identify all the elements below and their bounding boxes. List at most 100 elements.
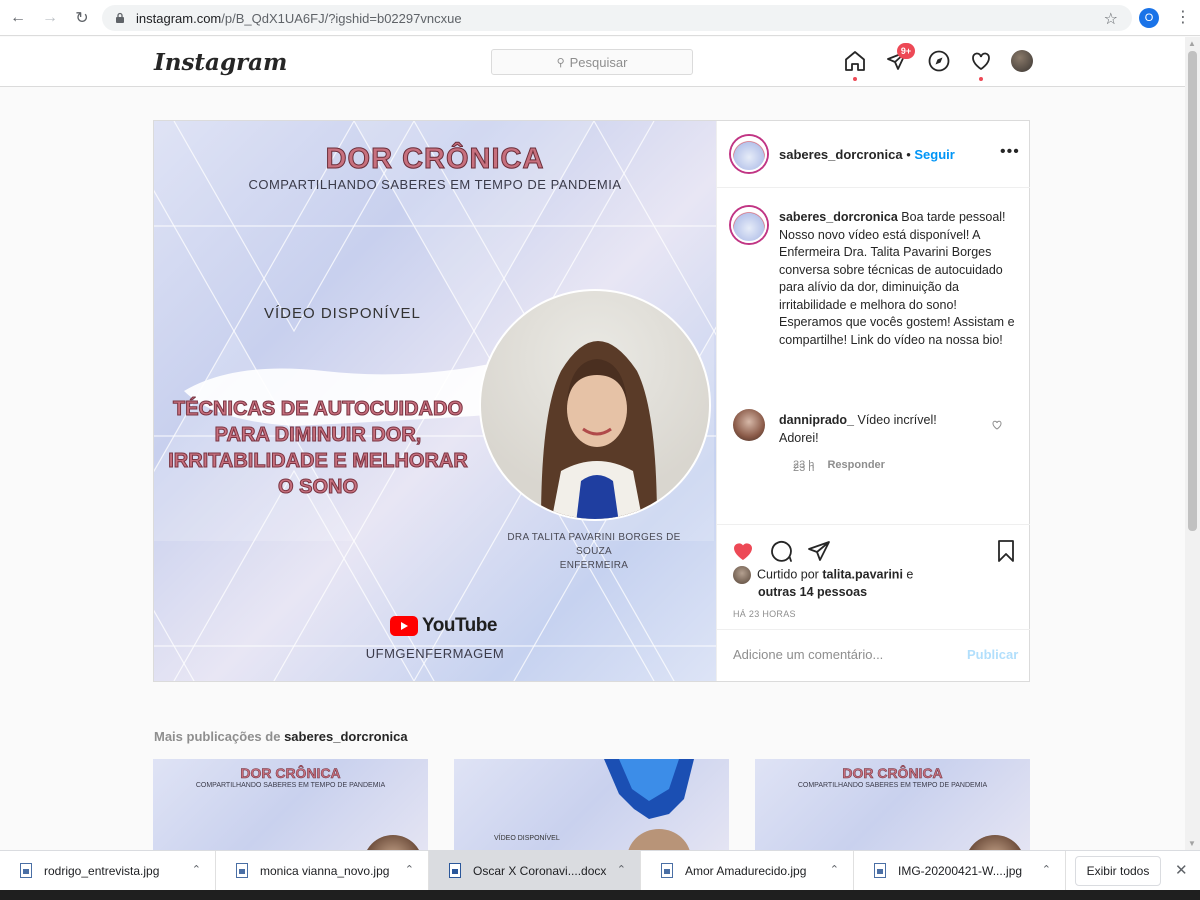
search-icon: ⚲ <box>556 56 565 69</box>
image-file-icon <box>20 863 32 878</box>
presenter-credit: DRA TALITA PAVARINI BORGES DE SOUZA ENFE… <box>489 531 699 573</box>
chevron-up-icon[interactable]: ⌃ <box>1042 863 1051 876</box>
publish-button[interactable]: Publicar <box>967 647 1018 662</box>
thumbnail-portrait <box>965 835 1025 850</box>
liked-prefix: Curtido por <box>757 567 819 582</box>
liked-others-link[interactable]: outras 14 pessoas <box>733 584 1023 601</box>
comment-timestamp: 23 h <box>793 459 815 471</box>
post-timestamp: HÁ 23 HORAS <box>733 609 796 619</box>
liker-avatar[interactable] <box>733 566 751 584</box>
image-title: DOR CRÔNICA <box>325 143 545 176</box>
browser-menu-icon[interactable]: ⋮ <box>1175 8 1191 28</box>
download-item[interactable]: IMG-20200421-W....jpg ⌃ <box>854 850 1066 891</box>
image-headline: TÉCNICAS DE AUTOCUIDADO PARA DIMINUIR DO… <box>154 396 482 500</box>
more-options-icon[interactable]: ••• <box>1000 143 1020 161</box>
download-filename: rodrigo_entrevista.jpg <box>44 863 160 878</box>
thumbnail-subtitle: COMPARTILHANDO SABERES EM TEMPO DE PANDE… <box>797 782 988 789</box>
download-item[interactable]: Amor Amadurecido.jpg ⌃ <box>641 850 854 891</box>
separator-dot: • <box>906 147 911 162</box>
headline-line-1: TÉCNICAS DE AUTOCUIDADO <box>172 398 463 421</box>
search-placeholder: Pesquisar <box>569 54 628 70</box>
scroll-down-arrow-icon[interactable]: ▼ <box>1188 839 1196 848</box>
word-document-icon <box>449 863 461 878</box>
browser-toolbar: ← → ↻ instagram.com/p/B_QdX1UA6FJ/?igshi… <box>0 0 1200 36</box>
follow-button[interactable]: Seguir <box>914 147 954 162</box>
post-image[interactable]: DOR CRÔNICA COMPARTILHANDO SABERES EM TE… <box>154 121 716 681</box>
add-comment-bar: Adicione um comentário... Publicar <box>717 629 1030 681</box>
instagram-header: Instagram ⚲ Pesquisar 9+ <box>0 37 1185 87</box>
chevron-up-icon[interactable]: ⌃ <box>405 863 414 876</box>
comment-item: danniprado_ Vídeo incrível! Adorei! 23 h… <box>731 409 1021 471</box>
more-post-thumbnail[interactable]: DOR CRÔNICA COMPARTILHANDO SABERES EM TE… <box>153 759 428 850</box>
download-filename: monica vianna_novo.jpg <box>260 863 390 878</box>
browser-profile-avatar[interactable]: O <box>1139 8 1159 28</box>
thumbnail-subtitle: COMPARTILHANDO SABERES EM TEMPO DE PANDE… <box>195 782 386 789</box>
more-post-thumbnail[interactable]: VÍDEO DISPONÍVEL <box>454 759 729 850</box>
reload-icon[interactable]: ↻ <box>68 4 96 32</box>
more-post-thumbnail[interactable]: DOR CRÔNICA COMPARTILHANDO SABERES EM TE… <box>755 759 1030 850</box>
direct-messages-icon[interactable]: 9+ <box>885 43 915 73</box>
scroll-up-arrow-icon[interactable]: ▲ <box>1188 39 1196 48</box>
like-heart-filled-icon[interactable] <box>731 539 755 563</box>
channel-handle: UFMGENFERMAGEM <box>365 646 505 661</box>
add-comment-input[interactable]: Adicione um comentário... <box>733 647 883 662</box>
video-available-label: VÍDEO DISPONÍVEL <box>264 305 421 322</box>
scroll-thumb[interactable] <box>1188 51 1197 531</box>
author-username[interactable]: saberes_dorcronica <box>779 147 903 162</box>
chevron-up-icon[interactable]: ⌃ <box>830 863 839 876</box>
share-paper-plane-icon[interactable] <box>807 539 831 563</box>
reply-button[interactable]: Responder <box>827 459 884 471</box>
headline-line-3: IRRITABILIDADE E MELHORAR <box>168 450 469 473</box>
home-notification-dot <box>853 77 857 81</box>
comment-like-heart-icon[interactable] <box>991 419 1003 431</box>
headline-line-2: PARA DIMINUIR DOR, <box>214 424 422 447</box>
thumbnail-video-label: VÍDEO DISPONÍVEL <box>494 835 560 842</box>
user-profile-avatar[interactable] <box>1011 50 1033 72</box>
activity-heart-icon[interactable] <box>969 49 993 81</box>
download-filename: Amor Amadurecido.jpg <box>685 863 807 878</box>
show-all-downloads-button[interactable]: Exibir todos <box>1075 856 1161 886</box>
forward-icon[interactable]: → <box>36 4 64 32</box>
page-scrollbar[interactable]: ▲ ▼ <box>1185 37 1200 850</box>
liked-and: e <box>906 567 914 582</box>
explore-compass-icon[interactable] <box>927 49 951 73</box>
liker-username[interactable]: talita.pavarini <box>822 567 903 581</box>
commenter-username[interactable]: danniprado_ <box>779 413 854 427</box>
back-icon[interactable]: ← <box>4 4 32 32</box>
home-icon[interactable] <box>843 49 867 81</box>
more-posts-prefix: Mais publicações de <box>154 729 281 744</box>
caption-text: saberes_dorcronica Boa tarde pessoal! No… <box>779 209 1019 349</box>
close-icon[interactable]: ✕ <box>1175 861 1188 879</box>
download-item[interactable]: rodrigo_entrevista.jpg ⌃ <box>0 850 216 891</box>
os-taskbar <box>0 890 1200 900</box>
bookmark-star-icon[interactable]: ☆ <box>1104 9 1118 29</box>
lock-icon <box>116 12 124 23</box>
author-avatar[interactable] <box>731 136 767 172</box>
youtube-logo: YouTube <box>390 615 497 637</box>
instagram-logo[interactable]: Instagram <box>154 49 287 76</box>
download-item[interactable]: monica vianna_novo.jpg ⌃ <box>216 850 429 891</box>
download-shelf: rodrigo_entrevista.jpg ⌃ monica vianna_n… <box>0 850 1200 891</box>
chevron-up-icon[interactable]: ⌃ <box>192 863 201 876</box>
comment-bubble-icon[interactable] <box>769 539 793 563</box>
download-item[interactable]: Oscar X Coronavi....docx ⌃ <box>429 850 641 891</box>
headline-line-4: O SONO <box>277 476 358 499</box>
caption-username[interactable]: saberes_dorcronica <box>779 210 898 224</box>
save-bookmark-icon[interactable] <box>994 539 1018 563</box>
post-header: saberes_dorcronica • Seguir ••• <box>717 121 1030 188</box>
more-posts-username[interactable]: saberes_dorcronica <box>284 729 408 744</box>
caption-body: Boa tarde pessoal! Nosso novo vídeo está… <box>779 210 1015 347</box>
caption-author-avatar[interactable] <box>731 207 767 243</box>
chevron-up-icon[interactable]: ⌃ <box>617 863 626 876</box>
search-input[interactable]: ⚲ Pesquisar <box>491 49 693 75</box>
thumbnail-title: DOR CRÔNICA <box>842 765 943 782</box>
commenter-avatar[interactable] <box>733 409 765 441</box>
address-bar[interactable]: instagram.com/p/B_QdX1UA6FJ/?igshid=b022… <box>102 5 1132 31</box>
image-subtitle: COMPARTILHANDO SABERES EM TEMPO DE PANDE… <box>248 177 622 192</box>
presenter-portrait <box>479 289 711 521</box>
youtube-wordmark: YouTube <box>422 615 497 636</box>
download-filename: IMG-20200421-W....jpg <box>898 863 1023 878</box>
post-author-line: saberes_dorcronica • Seguir <box>779 147 955 162</box>
activity-notification-dot <box>979 77 983 81</box>
presenter-name: DRA TALITA PAVARINI BORGES DE SOUZA <box>507 532 681 557</box>
